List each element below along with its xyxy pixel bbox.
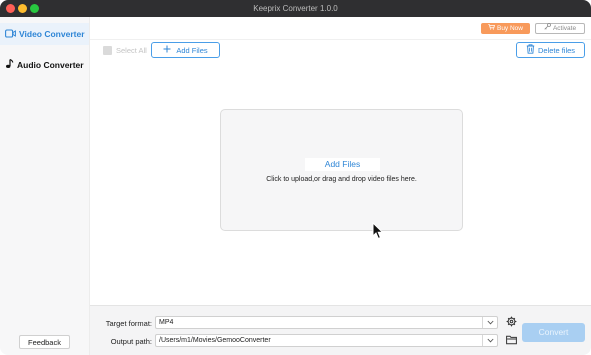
close-window-button[interactable] <box>6 4 15 13</box>
chevron-down-icon <box>482 335 497 346</box>
activate-label: Activate <box>552 24 577 32</box>
toolbar-divider <box>90 39 591 40</box>
convert-button[interactable]: Convert <box>522 323 585 342</box>
file-drop-zone[interactable]: Add Files Click to upload,or drag and dr… <box>220 109 463 231</box>
browse-folder-button[interactable] <box>505 334 518 347</box>
folder-icon <box>506 332 517 350</box>
sidebar: Video Converter Audio Converter <box>0 17 90 355</box>
buy-now-button[interactable]: Buy Now <box>481 23 530 34</box>
trash-icon <box>526 44 535 56</box>
delete-files-label: Delete files <box>537 45 576 55</box>
mouse-pointer-icon <box>372 221 384 245</box>
select-all-label: Select All <box>116 46 147 55</box>
cart-icon <box>488 23 496 34</box>
music-note-icon <box>5 58 14 71</box>
drop-zone-hint: Click to upload,or drag and drop video f… <box>266 176 417 183</box>
output-path-label: Output path: <box>110 337 152 346</box>
add-files-button[interactable]: Add Files <box>151 42 220 58</box>
sidebar-item-label: Audio Converter <box>17 60 84 70</box>
sidebar-item-audio-converter[interactable]: Audio Converter <box>0 54 89 76</box>
key-icon <box>544 23 551 34</box>
select-all-checkbox[interactable]: Select All <box>103 45 147 56</box>
plus-icon <box>163 45 171 55</box>
output-path-value: /Users/m1/Movies/GemooConverter <box>159 337 271 344</box>
add-files-label: Add Files <box>176 45 208 55</box>
format-settings-button[interactable] <box>505 316 518 329</box>
window-title: Keeprix Converter 1.0.0 <box>253 4 338 13</box>
buy-now-label: Buy Now <box>496 24 523 32</box>
sidebar-item-video-converter[interactable]: Video Converter <box>0 23 89 45</box>
drop-zone-add-files[interactable]: Add Files <box>305 158 380 171</box>
chevron-down-icon <box>482 317 497 328</box>
target-format-select[interactable]: MP4 <box>155 316 498 329</box>
sidebar-item-label: Video Converter <box>19 29 85 39</box>
zoom-window-button[interactable] <box>30 4 39 13</box>
checkbox-icon <box>103 46 112 55</box>
delete-files-button[interactable]: Delete files <box>516 42 585 58</box>
minimize-window-button[interactable] <box>18 4 27 13</box>
output-path-select[interactable]: /Users/m1/Movies/GemooConverter <box>155 334 498 347</box>
app-window: Keeprix Converter 1.0.0 Video Converter … <box>0 0 591 355</box>
feedback-button[interactable]: Feedback <box>19 335 70 349</box>
video-icon <box>5 28 16 40</box>
target-format-label: Target format: <box>105 319 152 328</box>
target-format-value: MP4 <box>159 319 174 326</box>
title-bar: Keeprix Converter 1.0.0 <box>0 0 591 17</box>
activate-button[interactable]: Activate <box>535 23 585 34</box>
gear-icon <box>506 314 517 332</box>
